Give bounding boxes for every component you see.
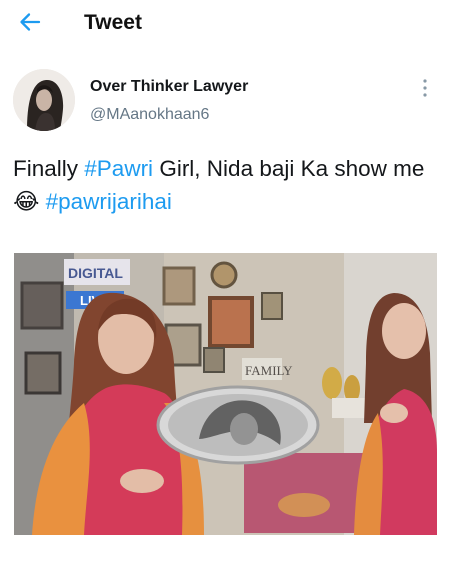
tears-of-joy-emoji: 😂 xyxy=(13,189,40,215)
author-handle[interactable]: @MAanokhaan6 xyxy=(90,106,209,124)
page-title: Tweet xyxy=(84,11,142,34)
tweet-text-start: Finally xyxy=(13,156,85,181)
hashtag-pawrijarihai[interactable]: #pawrijarihai xyxy=(46,189,172,214)
arrow-left-icon[interactable] xyxy=(18,10,42,34)
author-display-name[interactable]: Over Thinker Lawyer xyxy=(90,78,248,96)
tweet-media-photo[interactable]: FAMILY DIGITAL LIVE xyxy=(14,253,437,535)
more-vertical-icon[interactable] xyxy=(418,77,432,99)
top-bar: Tweet xyxy=(0,0,450,46)
tweet-text: Finally #Pawri Girl, Nida baji Ka show m… xyxy=(13,152,438,219)
hashtag-pawri[interactable]: #Pawri xyxy=(84,156,153,181)
tweet-text-middle: Girl, Nida baji Ka show me xyxy=(153,156,425,181)
avatar[interactable] xyxy=(13,69,75,131)
